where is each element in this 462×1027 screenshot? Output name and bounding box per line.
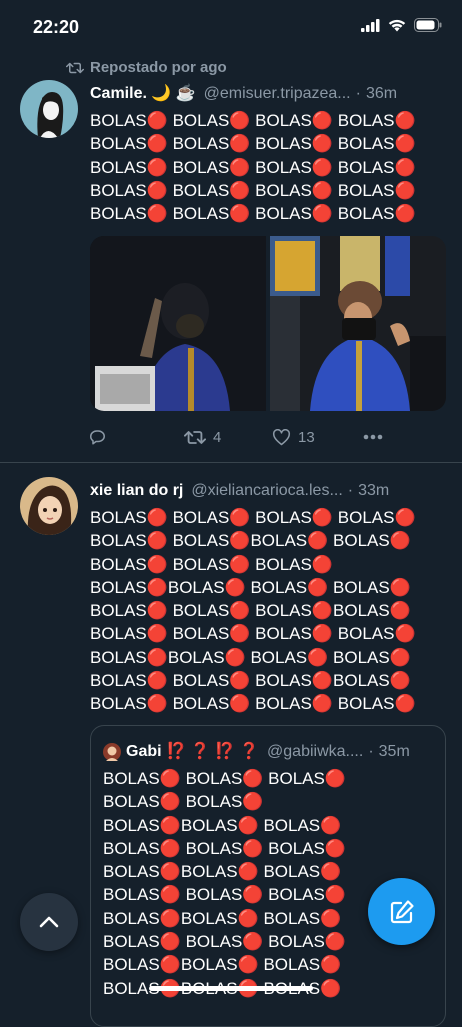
separator-dot: · [355, 85, 361, 102]
avatar[interactable] [20, 80, 78, 138]
tweet-text: BOLAS🔴 BOLAS🔴 BOLAS🔴 BOLAS🔴 BOLAS🔴 BOLAS… [90, 111, 416, 224]
quote-author-handle[interactable]: @gabiiwka.... [267, 742, 363, 762]
home-indicator[interactable] [149, 986, 313, 991]
quote-author-name[interactable]: Gabi ⁉️ ❓ ⁉️ ❓ [126, 742, 259, 762]
heart-icon [272, 428, 291, 445]
tweet-divider [0, 462, 462, 463]
like-button[interactable]: 13 [272, 428, 315, 446]
repost-count: 4 [213, 428, 222, 446]
repost-icon [66, 62, 84, 73]
status-time: 22:20 [33, 17, 80, 37]
separator-dot: · [347, 482, 354, 499]
more-options-button[interactable] [363, 434, 383, 440]
battery-icon [414, 18, 442, 32]
more-icon [363, 434, 383, 440]
quoted-tweet[interactable]: Gabi ⁉️ ❓ ⁉️ ❓ @gabiiwka.... · 35m BOLAS… [90, 725, 446, 1027]
reply-button[interactable] [88, 428, 107, 446]
tweet-content[interactable]: xie lian do rj @xieliancarioca.les... · … [90, 481, 448, 716]
scroll-to-top-button[interactable] [20, 893, 78, 951]
media-image-2[interactable] [270, 236, 446, 411]
author-handle[interactable]: @emisuer.tripazea... [204, 84, 351, 104]
quote-time: 35m [378, 743, 410, 760]
tweet-media[interactable] [90, 236, 446, 411]
author-handle[interactable]: @xieliancarioca.les... [191, 481, 342, 501]
chevron-up-icon [39, 916, 59, 928]
tweet-content[interactable]: Camile. 🌙 ☕ @emisuer.tripazea... · 36m B… [90, 84, 448, 225]
compose-icon [390, 899, 414, 923]
tweet-actions: 4 13 [88, 424, 398, 450]
retweet-icon [184, 430, 206, 444]
tweet-time: 36m [365, 85, 398, 102]
tweet-time: 33m [358, 482, 390, 499]
reply-icon [90, 430, 105, 445]
author-name[interactable]: xie lian do rj [90, 481, 183, 501]
status-icons [361, 18, 442, 32]
quote-avatar [103, 743, 121, 761]
author-name[interactable]: Camile. 🌙 ☕ [90, 84, 196, 104]
like-count: 13 [298, 428, 315, 446]
repost-button[interactable]: 4 [184, 429, 221, 446]
signal-icon [361, 18, 380, 32]
status-bar: 22:20 [0, 0, 462, 54]
avatar[interactable] [20, 477, 78, 535]
tweet-header: xie lian do rj @xieliancarioca.les... · … [90, 481, 448, 501]
compose-button[interactable] [368, 878, 435, 945]
separator-dot: · [368, 743, 374, 760]
quote-header: Gabi ⁉️ ❓ ⁉️ ❓ @gabiiwka.... · 35m [103, 742, 437, 762]
tweet-header: Camile. 🌙 ☕ @emisuer.tripazea... · 36m [90, 84, 448, 104]
wifi-icon [388, 19, 406, 31]
media-image-1[interactable] [90, 236, 266, 411]
tweet-text: BOLAS🔴 BOLAS🔴 BOLAS🔴 BOLAS🔴 BOLAS🔴 BOLAS… [90, 508, 416, 714]
repost-indicator: Repostado por ago [66, 59, 227, 76]
repost-label: Repostado por ago [90, 59, 227, 76]
